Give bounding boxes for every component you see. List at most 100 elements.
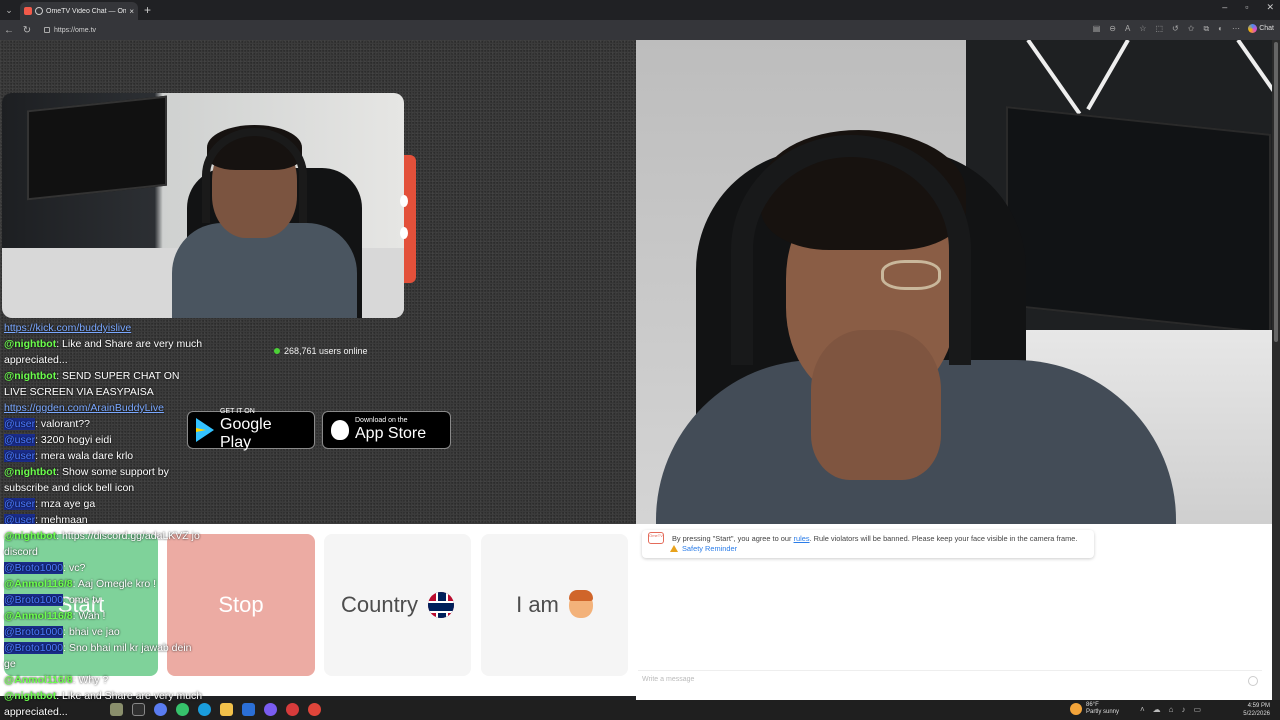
more-menu-icon[interactable]: ⋯ bbox=[1232, 24, 1240, 34]
refresh-icon[interactable]: ↺ bbox=[1172, 24, 1179, 34]
tab-list-icon[interactable]: ⌄ bbox=[0, 0, 18, 20]
chat-text: : valorant?? bbox=[35, 418, 90, 430]
collections-icon[interactable]: ⧉ bbox=[1203, 24, 1209, 34]
profile-icon[interactable]: ◐ bbox=[1218, 24, 1223, 34]
chat-text: : 3200 hogyi eidi bbox=[35, 434, 112, 446]
notice-text-end: . Rule violators will be banned. Please … bbox=[809, 534, 1078, 543]
file-explorer-icon[interactable] bbox=[220, 703, 233, 716]
volume-icon[interactable]: ♪ bbox=[1182, 705, 1186, 714]
app-store-big-text: App Store bbox=[355, 425, 427, 442]
safety-reminder-link[interactable]: Safety Reminder bbox=[670, 544, 1088, 553]
chat-username: @Broto1000 bbox=[4, 562, 64, 574]
toolbar-icons: ▤ ⊖ A ☆ ⬚ ↺ ✩ ⧉ ◐ ⋯ bbox=[1093, 24, 1240, 34]
network-icon[interactable]: ⌂ bbox=[1169, 705, 1174, 714]
maximize-button[interactable]: ▫ bbox=[1245, 2, 1248, 13]
chat-username: @nightbot bbox=[4, 338, 57, 350]
chat-username: @nightbot bbox=[4, 690, 57, 702]
chat-username: @user bbox=[4, 498, 36, 510]
monitor-shape bbox=[27, 95, 167, 201]
chat-message: @Broto1000: vc? bbox=[4, 560, 204, 576]
boy-emoji-icon bbox=[568, 590, 593, 618]
side-report-tab[interactable] bbox=[400, 155, 416, 283]
text-chat-panel: OmeTV By pressing "Start", you agree to … bbox=[636, 524, 1272, 700]
google-play-badge[interactable]: GET IT ON Google Play bbox=[187, 408, 315, 451]
chat-message: @Anmol116/8: Why ? bbox=[4, 672, 204, 688]
site-info-icon[interactable] bbox=[44, 27, 50, 33]
ometv-logo-icon: OmeTV bbox=[648, 532, 664, 544]
chat-username: @Broto1000 bbox=[4, 642, 64, 654]
extension-icon[interactable]: ⬚ bbox=[1155, 24, 1163, 34]
emoji-icon[interactable] bbox=[1248, 676, 1258, 686]
app-store-small-text: Download on the bbox=[355, 417, 408, 424]
scrollbar-thumb[interactable] bbox=[1274, 42, 1278, 342]
copilot-chat-label: Chat bbox=[1259, 25, 1274, 32]
weather-sun-icon bbox=[1070, 703, 1082, 715]
local-video-area: 268,761 users online GET IT ON Google Pl… bbox=[0, 40, 636, 526]
chat-message: @nightbot: https://discord.gg/adaLKVZ jo… bbox=[4, 528, 204, 560]
cloud-icon[interactable]: ☁ bbox=[1153, 705, 1161, 714]
safety-reminder-label: Safety Reminder bbox=[682, 544, 738, 553]
browser-tab[interactable]: OmeTV Video Chat — Omeg × bbox=[20, 2, 138, 20]
chat-message: @nightbot: Like and Share are very much … bbox=[4, 688, 204, 720]
headset-shape bbox=[202, 128, 307, 223]
country-button[interactable]: Country bbox=[324, 534, 471, 676]
chat-username: @Anmol116/8 bbox=[4, 578, 73, 590]
users-online: 268,761 users online bbox=[274, 346, 368, 356]
record-icon[interactable] bbox=[308, 703, 321, 716]
chat-text: : Why ? bbox=[72, 674, 109, 686]
reload-icon[interactable]: ↻ bbox=[18, 25, 36, 36]
users-online-text: 268,761 users online bbox=[284, 346, 368, 356]
chat-message: @nightbot: SEND SUPER CHAT ON LIVE SCREE… bbox=[4, 368, 204, 400]
chat-text: : ome tv bbox=[63, 594, 101, 606]
copilot-chat-button[interactable]: Chat bbox=[1248, 24, 1274, 33]
chat-text: : mera wala dare krlo bbox=[35, 450, 134, 462]
page-scrollbar[interactable] bbox=[1272, 40, 1280, 700]
hand-shape bbox=[811, 330, 941, 480]
apple-icon bbox=[331, 420, 349, 440]
chat-link[interactable]: https://kick.com/buddyislive bbox=[4, 322, 131, 334]
read-aloud-icon[interactable]: A bbox=[1125, 24, 1130, 34]
weather-widget[interactable]: 86°F Partly sunny bbox=[1070, 702, 1119, 716]
chat-username: @Broto1000 bbox=[4, 626, 64, 638]
chat-message: @nightbot: Like and Share are very much … bbox=[4, 336, 204, 368]
minimize-button[interactable]: – bbox=[1222, 2, 1227, 13]
reader-view-icon[interactable]: ▤ bbox=[1093, 24, 1101, 34]
tab-close-icon[interactable]: × bbox=[129, 7, 134, 16]
url-text: https://ome.tv bbox=[54, 26, 97, 34]
app-store-badge[interactable]: Download on the App Store bbox=[322, 411, 451, 449]
zoom-icon[interactable]: ⊖ bbox=[1109, 24, 1116, 34]
chat-username: @nightbot bbox=[4, 370, 57, 382]
message-placeholder: Write a message bbox=[642, 676, 695, 683]
chat-text: : vc? bbox=[63, 562, 86, 574]
chat-message: @user: valorant?? bbox=[4, 416, 204, 432]
obs-icon[interactable] bbox=[286, 703, 299, 716]
message-input[interactable]: Write a message bbox=[638, 670, 1262, 688]
system-tray: ˄ ☁ ⌂ ♪ ▭ bbox=[1140, 705, 1201, 714]
back-arrow-icon[interactable]: ← bbox=[0, 25, 18, 36]
rules-link[interactable]: rules bbox=[794, 534, 810, 543]
address-bar-row: ← ↻ https://ome.tv ▤ ⊖ A ☆ ⬚ ↺ ✩ ⧉ ◐ ⋯ C… bbox=[0, 20, 1280, 40]
app-icon[interactable] bbox=[264, 703, 277, 716]
chat-link[interactable]: https://ggden.com/ArainBuddyLive bbox=[4, 402, 164, 414]
online-dot-icon bbox=[274, 348, 280, 354]
new-tab-button[interactable]: + bbox=[144, 3, 151, 17]
chat-username: @user bbox=[4, 418, 36, 430]
stream-chat-overlay-bottom: @nightbot: https://discord.gg/adaLKVZ jo… bbox=[4, 528, 204, 720]
weather-desc: Partly sunny bbox=[1086, 709, 1120, 715]
clock-time: 4:59 PM bbox=[1247, 703, 1270, 709]
chat-username: @user bbox=[4, 450, 36, 462]
store-icon[interactable] bbox=[242, 703, 255, 716]
gender-button[interactable]: I am bbox=[481, 534, 628, 676]
battery-icon[interactable]: ▭ bbox=[1194, 705, 1202, 714]
clock[interactable]: 4:59 PM 5/22/2026 bbox=[1243, 702, 1270, 718]
favorites-icon[interactable]: ✩ bbox=[1188, 24, 1195, 34]
chat-message: https://ggden.com/ArainBuddyLive bbox=[4, 400, 204, 416]
close-window-button[interactable]: ✕ bbox=[1266, 2, 1274, 13]
rules-notice: OmeTV By pressing "Start", you agree to … bbox=[642, 530, 1094, 558]
favorite-star-icon[interactable]: ☆ bbox=[1139, 24, 1146, 34]
chat-username: @user bbox=[4, 434, 36, 446]
url-field[interactable]: https://ome.tv bbox=[44, 27, 96, 34]
streamer-webcam-overlay bbox=[2, 93, 404, 318]
chat-message: @Anmol116/8: Aaj Omegle kro ! bbox=[4, 576, 204, 592]
chevron-up-icon[interactable]: ˄ bbox=[1140, 705, 1145, 714]
